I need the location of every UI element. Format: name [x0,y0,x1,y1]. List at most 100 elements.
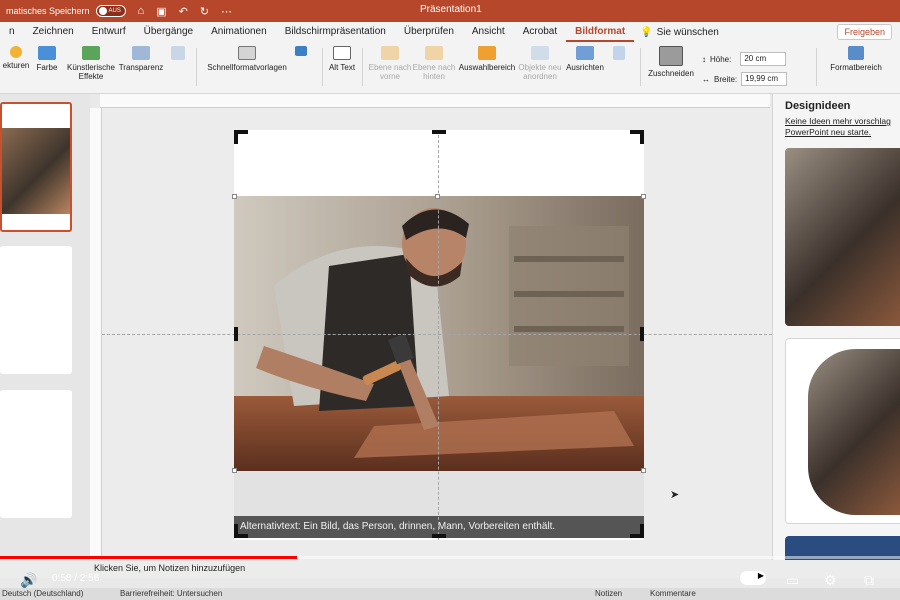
thumbnail-image [2,128,70,214]
miniplayer-icon[interactable]: ⧉ [864,572,874,589]
ribbon-tabs: n Zeichnen Entwurf Übergänge Animationen… [0,22,900,42]
design-pane-title: Designideen [785,100,851,112]
alt-text-icon [333,46,351,60]
resize-handle-bottom-right[interactable] [641,468,646,473]
height-icon: ↕ [702,54,706,64]
design-pane-message[interactable]: Keine Ideen mehr vorschlag PowerPoint ne… [785,116,900,138]
send-backward-icon [425,46,443,60]
language-status[interactable]: Deutsch (Deutschland) [2,589,83,598]
auswahlbereich-button[interactable]: Auswahlbereich [458,46,516,72]
slide-thumbnail-2[interactable] [0,246,72,374]
crop-handle-top[interactable] [432,130,446,134]
slide-thumbnail-1[interactable] [0,102,72,232]
tab-uebergaenge[interactable]: Übergänge [135,22,202,42]
autosave-toggle[interactable]: AUS [95,5,126,17]
farbe-button[interactable]: Farbe [32,46,62,72]
design-idea-1[interactable] [785,148,900,326]
slide-thumbnail-3[interactable] [0,390,72,518]
status-bar: Deutsch (Deutschland) Barrierefreiheit: … [0,588,900,600]
crop-handle-top-left[interactable] [234,130,248,144]
tab-ansicht[interactable]: Ansicht [463,22,514,42]
width-input[interactable]: 19,99 cm [741,72,788,86]
selection-pane-icon [478,46,496,60]
width-field[interactable]: ↔ Breite: 19,99 cm [702,72,788,86]
accessibility-status[interactable]: Barrierefreiheit: Untersuchen [120,589,222,598]
subtitles-icon[interactable]: ▭ [786,572,799,589]
tab-acrobat[interactable]: Acrobat [514,22,566,42]
resize-handle-top[interactable] [435,194,440,199]
crop-handle-left[interactable] [234,327,238,341]
tab-bildformat[interactable]: Bildformat [566,22,635,42]
crop-handle-right[interactable] [640,327,644,341]
zuschneiden-button[interactable]: Zuschneiden [646,46,696,78]
ausrichten-button[interactable]: Ausrichten [564,46,606,72]
picture-tools-group[interactable] [167,46,189,63]
video-time: 0:58 / 2:56 [52,573,100,584]
design-idea-2[interactable] [785,338,900,524]
settings-gear-icon[interactable]: ⚙ [824,572,837,589]
artistic-effects-icon [82,46,100,60]
tab-start[interactable]: n [0,22,24,42]
comments-toggle[interactable]: Kommentare [650,589,696,598]
alt-text-button[interactable]: Alt Text [327,46,357,72]
transparency-icon [132,46,150,60]
tab-ueberpruefen[interactable]: Überprüfen [395,22,463,42]
ebene-nach-hinten-button[interactable]: Ebene nach hinten [412,46,456,81]
resize-handle-bottom-left[interactable] [232,468,237,473]
crop-handle-bottom-right[interactable] [630,524,644,538]
formatbereich-button[interactable]: Formatbereich [826,46,886,72]
compress-icon [171,46,185,60]
tab-entwurf[interactable]: Entwurf [83,22,135,42]
undo-icon[interactable]: ↶ [179,5,188,18]
resize-handle-top-left[interactable] [232,194,237,199]
share-button[interactable]: Freigeben [837,24,892,40]
lightbulb-icon: 💡 [640,26,653,38]
rotate-group[interactable] [608,46,630,63]
more-icon[interactable]: ⋯ [221,5,232,18]
resize-handle-top-right[interactable] [641,194,646,199]
video-progress-fill [0,556,297,559]
tab-animationen[interactable]: Animationen [202,22,276,42]
tab-bildschirmpraesentation[interactable]: Bildschirmpräsentation [276,22,395,42]
schnellformatvorlagen-button[interactable]: Schnellformatvorlagen [205,46,289,72]
horizontal-ruler[interactable] [100,94,770,108]
redo-icon[interactable]: ↻ [200,5,209,18]
ebene-nach-vorne-button[interactable]: Ebene nach vorne [368,46,412,81]
slide-canvas[interactable]: Alternativtext: Ein Bild, das Person, dr… [102,108,772,564]
crop-handle-bottom[interactable] [432,534,446,538]
crop-handle-top-right[interactable] [630,130,644,144]
bring-forward-icon [381,46,399,60]
vertical-smart-guide [438,130,439,540]
autoplay-toggle[interactable]: ▶ [740,571,766,585]
save-icon[interactable]: ▣ [156,5,166,18]
rotate-icon [613,46,625,60]
width-icon: ↔ [702,74,710,84]
notes-toggle[interactable]: Notizen [595,589,622,598]
height-field[interactable]: ↕ Höhe: 20 cm [702,52,787,66]
volume-icon[interactable]: 🔊 [20,572,37,589]
vertical-ruler[interactable] [90,108,102,564]
crop-handle-bottom-left[interactable] [234,524,248,538]
slide-thumbnail-panel [0,94,90,564]
color-icon [38,46,56,60]
quick-styles-icon [238,46,256,60]
height-input[interactable]: 20 cm [740,52,787,66]
help-search[interactable]: 💡 Sie wünschen [640,27,719,38]
help-label: Sie wünschen [656,26,719,38]
home-icon[interactable]: ⌂ [138,5,145,17]
title-bar: matisches Speichern AUS ⌂ ▣ ↶ ↻ ⋯ Präsen… [0,0,900,22]
korrekturen-button[interactable]: ekturen [0,46,32,70]
objekte-neu-anordnen-button[interactable]: Objekte neu anordnen [516,46,564,81]
horizontal-smart-guide [102,334,772,335]
design-idea-2-image [808,349,900,515]
video-progress-bar[interactable] [0,556,900,559]
crop-icon [659,46,683,66]
kuenstlerische-effekte-button[interactable]: Künstlerische Effekte [64,46,118,81]
transparenz-button[interactable]: Transparenz [118,46,164,72]
document-title: Präsentation1 [420,4,482,15]
reorder-objects-icon [531,46,549,60]
border-effects-group[interactable] [290,46,312,59]
design-ideas-pane: Designideen Keine Ideen mehr vorschlag P… [772,94,900,564]
tab-zeichnen[interactable]: Zeichnen [24,22,83,42]
image-crop-area[interactable] [234,471,644,516]
